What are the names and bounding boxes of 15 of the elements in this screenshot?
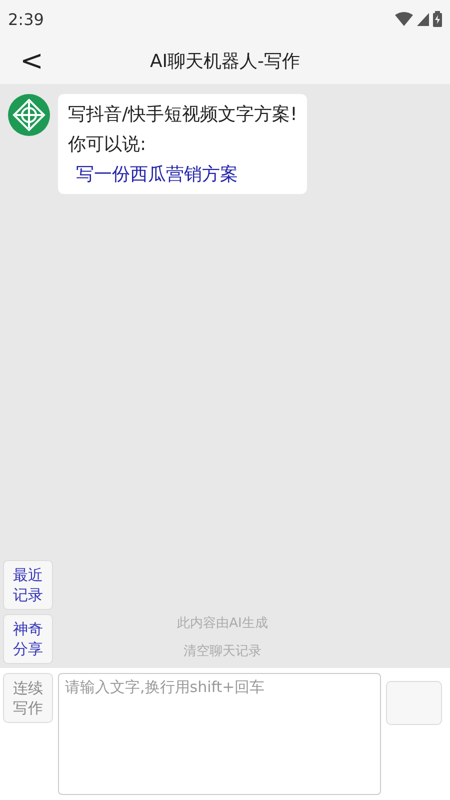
message-input[interactable]: 请输入文字,换行用shift+回车 <box>58 673 381 795</box>
back-button[interactable]: < <box>14 44 50 77</box>
message-text: 你可以说: <box>68 133 148 156</box>
battery-icon <box>433 11 442 27</box>
signal-icon <box>417 12 429 26</box>
suggestion-link[interactable]: 写一份西瓜营销方案 <box>68 162 298 186</box>
side-button[interactable]: 神奇分享 <box>3 614 53 664</box>
page-title: AI聊天机器人-写作 <box>150 50 300 73</box>
ai-notice: 此内容由AI生成 <box>177 615 268 632</box>
avatar-icon <box>8 94 50 136</box>
side-button[interactable]: 最近记录 <box>3 560 53 610</box>
status-time: 2:39 <box>8 10 44 28</box>
message-text: 写抖音/快手短视频文字方案! <box>68 103 298 126</box>
side-button[interactable] <box>386 681 442 725</box>
wifi-icon <box>395 12 413 26</box>
